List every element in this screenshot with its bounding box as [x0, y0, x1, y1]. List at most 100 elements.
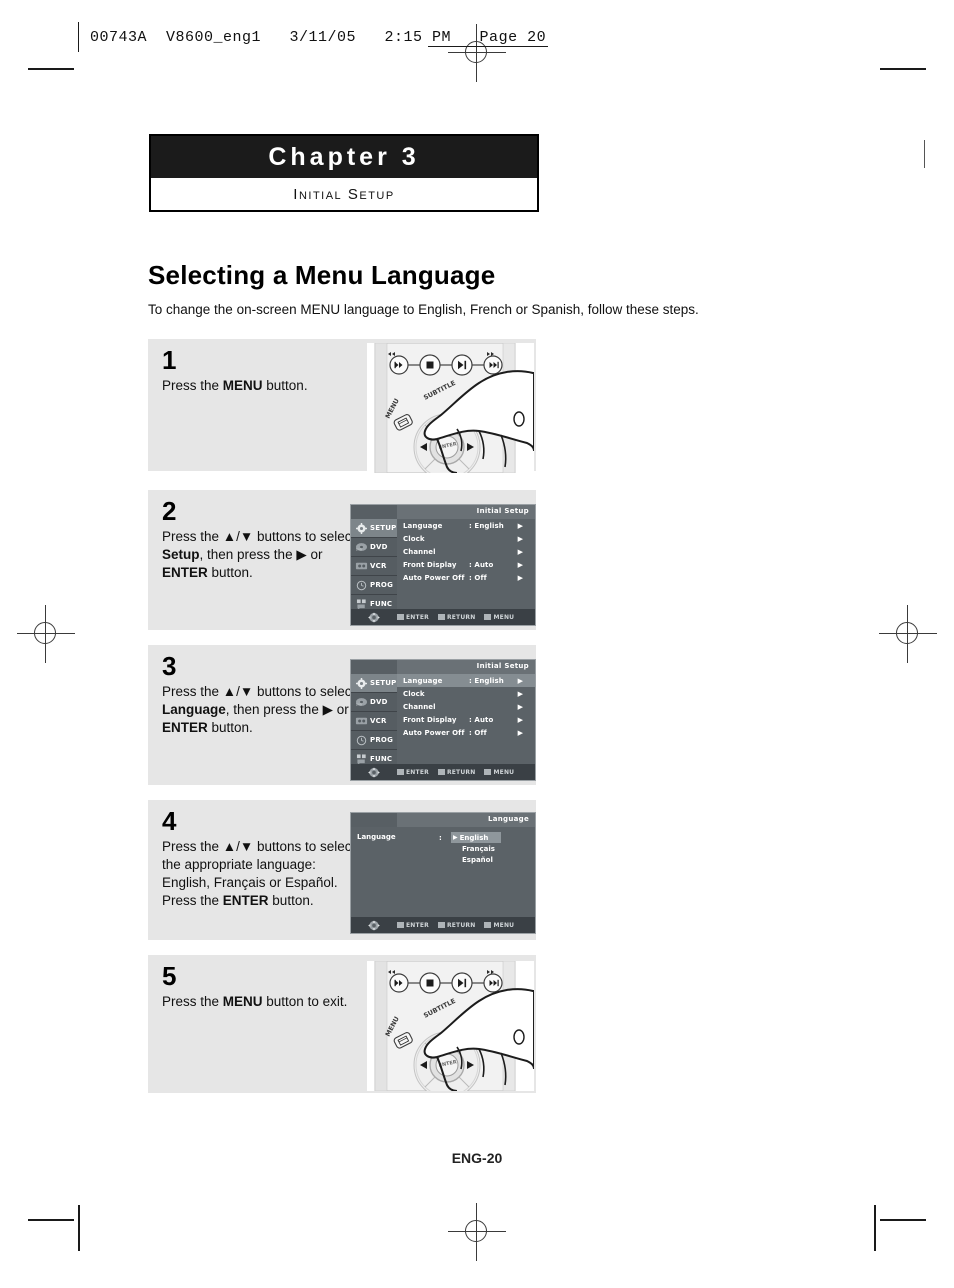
osd-tab-prog[interactable]: PROG [351, 731, 397, 750]
osd-topbar-left [351, 813, 397, 827]
section-intro-text: To change the on-screen MENU language to… [148, 302, 699, 317]
osd-row-language[interactable]: Language : English ▶ [397, 674, 535, 687]
osd-tab-setup[interactable]: SETUP [351, 519, 397, 538]
osd-menu-title: Initial Setup [476, 507, 529, 515]
chevron-right-icon: ▶ [517, 689, 523, 698]
osd-row-auto-power-off[interactable]: Auto Power Off : Off ▶ [397, 571, 535, 584]
osd-topbar: Initial Setup [351, 505, 535, 519]
registration-mark-circle [465, 1220, 487, 1242]
step-instruction: Press the ▲/▼ buttons to select Setup, t… [162, 529, 356, 580]
dpad-icon [351, 919, 397, 931]
step-number: 1 [162, 345, 177, 375]
crop-mark-bottom-right-h [880, 1219, 926, 1221]
osd-row-clock[interactable]: Clock ▶ [397, 687, 535, 700]
osd-hint-label: ENTER [406, 768, 429, 776]
remote-svg: SUBTITLE MENU ENTER [367, 343, 534, 473]
step-number: 2 [162, 496, 177, 526]
registration-mark-bottom [448, 1203, 506, 1261]
slug-divider [78, 22, 79, 52]
dpad-icon [351, 611, 397, 623]
step-instruction: Press the MENU button. [162, 378, 308, 393]
menu-key-icon [484, 614, 492, 620]
menu-key-icon [484, 922, 492, 928]
osd-language-colon: : [439, 833, 442, 842]
osd-row-value: : Off [469, 573, 487, 582]
cassette-icon [354, 561, 369, 571]
osd-tab-dvd[interactable]: DVD DVD [351, 538, 397, 557]
page-number: ENG-20 [451, 1150, 503, 1166]
osd-language-option-francais[interactable]: Français [451, 843, 501, 854]
disc-icon: DVD [354, 697, 369, 707]
osd-tab-vcr[interactable]: VCR [351, 712, 397, 731]
osd-row-channel[interactable]: Channel ▶ [397, 700, 535, 713]
step-number: 4 [162, 806, 177, 836]
osd-language-options: : ▶ English Français Español [439, 832, 501, 865]
osd-row-front-display[interactable]: Front Display : Auto ▶ [397, 713, 535, 726]
chevron-right-icon: ▶ [517, 573, 523, 582]
osd-language-option-label: English [459, 833, 489, 842]
function-icon [354, 598, 369, 610]
step-graphic: Language Language : ▶ English Français E… [350, 812, 536, 934]
osd-hint-enter: ENTER [397, 922, 429, 929]
return-key-icon [437, 614, 445, 620]
osd-tab-prog[interactable]: PROG [351, 576, 397, 595]
osd-tab-setup[interactable]: SETUP [351, 674, 397, 693]
osd-tab-label: FUNC [370, 755, 393, 763]
svg-text:DVD: DVD [356, 703, 362, 707]
osd-hint-label: MENU [493, 613, 515, 621]
remote-svg: SUBTITLE MENU ENTER [367, 961, 534, 1091]
osd-row-label: Auto Power Off [403, 728, 465, 737]
osd-row-channel[interactable]: Channel ▶ [397, 545, 535, 558]
osd-row-label: Front Display [403, 560, 457, 569]
osd-hint-return: RETURN [437, 769, 476, 776]
return-key-icon [437, 769, 445, 775]
osd-row-label: Channel [403, 547, 436, 556]
osd-setup-menu: Initial Setup SETUP DVD DVD VCR PROG FUN… [350, 504, 536, 626]
chapter-title: Chapter 3 [268, 142, 420, 171]
osd-language-option-english[interactable]: : ▶ English [439, 832, 501, 843]
osd-hint-label: RETURN [446, 613, 476, 621]
caret-right-icon: ▶ [453, 834, 458, 841]
osd-row-label: Front Display [403, 715, 457, 724]
osd-language-option-label: Español [462, 855, 493, 864]
osd-row-label: Clock [403, 689, 425, 698]
osd-row-language[interactable]: Language : English ▶ [397, 519, 535, 532]
gear-icon [354, 677, 369, 689]
step-graphic: Initial Setup SETUP DVD DVD VCR PROG FUN… [350, 504, 536, 626]
step-block-3: 3 Press the ▲/▼ buttons to select Langua… [148, 645, 536, 785]
osd-topbar-left [351, 505, 397, 519]
step-instruction: Press the MENU button to exit. [162, 994, 348, 1009]
osd-hint-label: ENTER [406, 613, 429, 621]
osd-tab-vcr[interactable]: VCR [351, 557, 397, 576]
osd-tab-dvd[interactable]: DVD DVD [351, 693, 397, 712]
osd-row-label: Auto Power Off [403, 573, 465, 582]
osd-topbar-left [351, 660, 397, 674]
chevron-right-icon: ▶ [517, 676, 523, 685]
osd-setup-menu-language-selected: Initial Setup SETUP DVD DVD VCR PROG FUN… [350, 659, 536, 781]
osd-row-label: Clock [403, 534, 425, 543]
osd-row-value: : Off [469, 728, 487, 737]
osd-hint-menu: MENU [484, 769, 514, 776]
osd-language-menu: Language Language : ▶ English Français E… [350, 812, 536, 934]
osd-row-label: Channel [403, 702, 436, 711]
osd-hint-enter: ENTER [397, 769, 429, 776]
page-title: Selecting a Menu Language [148, 260, 496, 290]
chevron-right-icon: ▶ [517, 560, 523, 569]
registration-mark-left [17, 605, 75, 663]
step-number: 5 [162, 961, 177, 991]
svg-text:DVD: DVD [356, 548, 362, 552]
osd-row-auto-power-off[interactable]: Auto Power Off : Off ▶ [397, 726, 535, 739]
osd-language-option-espanol[interactable]: Español [451, 854, 501, 865]
osd-row-clock[interactable]: Clock ▶ [397, 532, 535, 545]
chevron-right-icon: ▶ [517, 521, 523, 530]
crop-mark-top-right-h [880, 68, 926, 70]
chevron-right-icon: ▶ [517, 728, 523, 737]
remote-illustration: SUBTITLE MENU ENTER [367, 343, 534, 473]
osd-bottom-bar: ENTER RETURN MENU [351, 609, 535, 625]
osd-tab-label: DVD [370, 698, 388, 706]
step-graphic: SUBTITLE MENU ENTER [367, 343, 534, 473]
chapter-bar: Chapter 3 [151, 136, 537, 178]
osd-row-front-display[interactable]: Front Display : Auto ▶ [397, 558, 535, 571]
osd-row-value: : English [469, 676, 504, 685]
osd-hint-label: MENU [493, 921, 515, 929]
